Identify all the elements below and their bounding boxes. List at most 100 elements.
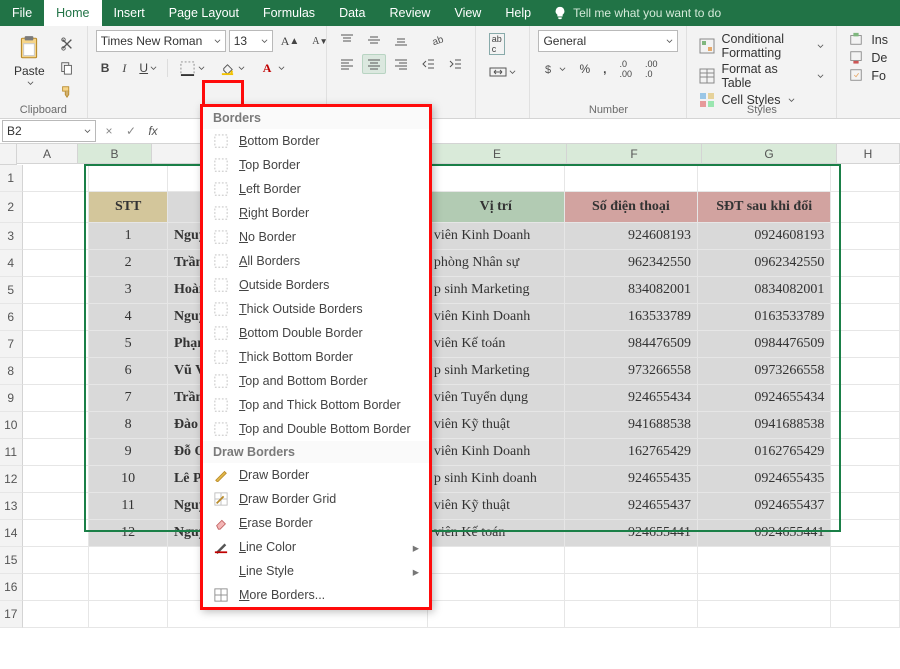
enter-formula-button[interactable]: ✓ — [120, 124, 142, 138]
cell-stt[interactable]: 11 — [89, 493, 168, 520]
cell-sdt2[interactable]: 0984476509 — [698, 331, 831, 358]
cell-sdt[interactable]: 924608193 — [565, 223, 698, 250]
cell-vitri[interactable]: phòng Nhân sự — [428, 250, 565, 277]
cell[interactable] — [23, 493, 90, 520]
cell[interactable] — [23, 192, 90, 223]
cell[interactable] — [831, 601, 900, 628]
row-header[interactable]: 14 — [0, 520, 23, 547]
wrap-text-button[interactable]: abc — [484, 30, 510, 58]
cell[interactable] — [831, 192, 900, 223]
format-painter-button[interactable] — [55, 82, 79, 102]
cell[interactable] — [831, 547, 900, 574]
cell-vitri[interactable]: viên Kế toán — [428, 520, 565, 547]
cell-vitri[interactable]: viên Tuyển dụng — [428, 385, 565, 412]
tab-view[interactable]: View — [442, 0, 493, 26]
cell[interactable] — [23, 358, 90, 385]
row-header[interactable]: 16 — [0, 574, 23, 601]
cell-vitri[interactable]: p sinh Marketing — [428, 277, 565, 304]
cell[interactable] — [89, 574, 168, 601]
row-header[interactable]: 4 — [0, 250, 23, 277]
col-header-F[interactable]: F — [567, 144, 702, 164]
cell[interactable] — [23, 385, 90, 412]
cell-vitri[interactable]: p sinh Kinh doanh — [428, 466, 565, 493]
cell-sdt[interactable]: 924655441 — [565, 520, 698, 547]
font-name-select[interactable]: Times New Roman — [96, 30, 226, 52]
align-top-button[interactable] — [335, 30, 359, 50]
cell[interactable] — [23, 165, 90, 192]
font-color-button[interactable]: A — [253, 56, 290, 80]
cell-sdt2[interactable]: 0973266558 — [698, 358, 831, 385]
percent-format-button[interactable]: % — [574, 59, 595, 79]
name-box[interactable]: B2 — [2, 120, 96, 142]
align-right-button[interactable] — [389, 54, 413, 74]
underline-button[interactable]: U — [134, 58, 162, 78]
row-header[interactable]: 13 — [0, 493, 23, 520]
cell[interactable] — [23, 223, 90, 250]
border-option[interactable]: Bottom Border — [203, 129, 429, 153]
row-header[interactable]: 6 — [0, 304, 23, 331]
cell[interactable] — [831, 385, 900, 412]
cell-sdt2[interactable]: 0941688538 — [698, 412, 831, 439]
row-header[interactable]: 17 — [0, 601, 23, 628]
cell[interactable] — [89, 165, 168, 192]
cell-stt[interactable]: 3 — [89, 277, 168, 304]
font-size-select[interactable]: 13 — [229, 30, 273, 52]
cell-vitri[interactable]: viên Kỹ thuật — [428, 412, 565, 439]
cell-sdt[interactable]: 834082001 — [565, 277, 698, 304]
border-option[interactable]: No Border — [203, 225, 429, 249]
cell[interactable] — [23, 439, 90, 466]
cell[interactable] — [23, 547, 90, 574]
border-option[interactable]: Line Color▸ — [203, 535, 429, 559]
col-header-B[interactable]: B — [78, 144, 152, 164]
cell[interactable] — [698, 165, 831, 192]
bold-button[interactable]: B — [96, 58, 115, 78]
cell[interactable] — [831, 493, 900, 520]
cell-sdt2[interactable]: 0924655437 — [698, 493, 831, 520]
cell[interactable] — [23, 412, 90, 439]
row-header[interactable]: 2 — [0, 192, 23, 223]
cell-header-sdt2[interactable]: SĐT sau khi đổi — [698, 192, 831, 223]
cell-vitri[interactable]: p sinh Marketing — [428, 358, 565, 385]
cell[interactable] — [831, 304, 900, 331]
cell[interactable] — [831, 412, 900, 439]
cell[interactable] — [23, 574, 90, 601]
cell-sdt[interactable]: 984476509 — [565, 331, 698, 358]
cell-vitri[interactable]: viên Kinh Doanh — [428, 223, 565, 250]
col-header-H[interactable]: H — [837, 144, 900, 164]
cell[interactable] — [831, 250, 900, 277]
cell[interactable] — [831, 574, 900, 601]
cell[interactable] — [23, 466, 90, 493]
cell-stt[interactable]: 5 — [89, 331, 168, 358]
cell[interactable] — [831, 165, 900, 192]
row-header[interactable]: 8 — [0, 358, 23, 385]
select-all-corner[interactable] — [0, 144, 17, 165]
cell[interactable] — [89, 547, 168, 574]
cell-sdt[interactable]: 973266558 — [565, 358, 698, 385]
cell[interactable] — [23, 601, 90, 628]
tab-data[interactable]: Data — [327, 0, 377, 26]
cell[interactable] — [565, 547, 698, 574]
cell-header-sdt[interactable]: Số điện thoại — [565, 192, 698, 223]
cell-sdt[interactable]: 924655437 — [565, 493, 698, 520]
cell[interactable] — [23, 520, 90, 547]
cut-button[interactable] — [55, 34, 79, 54]
cell[interactable] — [428, 165, 565, 192]
merge-center-button[interactable] — [484, 62, 521, 82]
border-option[interactable]: Thick Outside Borders — [203, 297, 429, 321]
cell-stt[interactable]: 8 — [89, 412, 168, 439]
delete-cells-button[interactable]: De — [849, 50, 888, 66]
cell-stt[interactable]: 9 — [89, 439, 168, 466]
cell-sdt2[interactable]: 0162765429 — [698, 439, 831, 466]
row-header[interactable]: 3 — [0, 223, 23, 250]
row-header[interactable]: 10 — [0, 412, 23, 439]
cell-sdt2[interactable]: 0924655435 — [698, 466, 831, 493]
row-header[interactable]: 1 — [0, 165, 23, 192]
tab-file[interactable]: File — [0, 0, 44, 26]
cell-stt[interactable]: 1 — [89, 223, 168, 250]
conditional-formatting-button[interactable]: Conditional Formatting — [699, 32, 824, 60]
decrease-decimal-button[interactable]: .00.0 — [640, 56, 663, 82]
row-header[interactable]: 15 — [0, 547, 23, 574]
cell-sdt2[interactable]: 0924655441 — [698, 520, 831, 547]
align-left-button[interactable] — [335, 54, 359, 74]
cell[interactable] — [831, 331, 900, 358]
